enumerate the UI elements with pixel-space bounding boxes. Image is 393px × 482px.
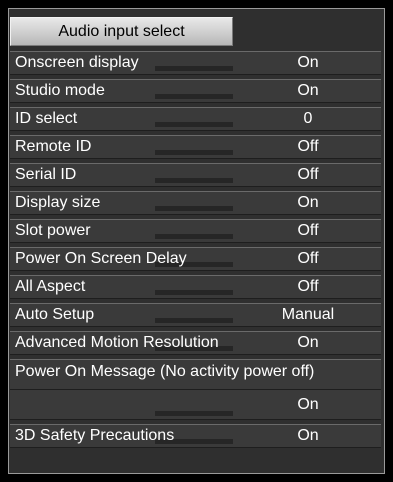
item-value[interactable]: Off — [235, 220, 381, 242]
menu-item-power-on-screen-delay[interactable]: Power On Screen Delay Off — [10, 247, 381, 271]
item-label: Studio mode — [15, 82, 105, 99]
item-value[interactable]: On — [235, 332, 381, 354]
item-value[interactable]: On — [235, 80, 381, 102]
item-label: Power On Message (No activity power off) — [15, 363, 315, 380]
menu-item-studio-mode[interactable]: Studio mode On — [10, 79, 381, 103]
item-value[interactable]: On — [235, 192, 381, 214]
menu-item-auto-setup[interactable]: Auto Setup Manual — [10, 303, 381, 327]
divider — [10, 389, 381, 390]
menu-item-all-aspect[interactable]: All Aspect Off — [10, 275, 381, 299]
menu-item-onscreen-display[interactable]: Onscreen display On — [10, 51, 381, 75]
item-value[interactable]: 0 — [235, 108, 381, 130]
menu-item-advanced-motion-resolution[interactable]: Advanced Motion Resolution On — [10, 331, 381, 355]
item-value[interactable]: On — [235, 394, 381, 416]
menu-item-power-on-message[interactable]: Power On Message (No activity power off)… — [10, 359, 381, 420]
menu-item-display-size[interactable]: Display size On — [10, 191, 381, 215]
label-bar — [10, 392, 235, 418]
item-value[interactable]: Manual — [235, 304, 381, 326]
item-value[interactable]: On — [235, 425, 381, 447]
menu-item-3d-safety-precautions[interactable]: 3D Safety Precautions On — [10, 424, 381, 448]
item-value[interactable]: Off — [235, 164, 381, 186]
item-value[interactable]: Off — [235, 248, 381, 270]
item-label: All Aspect — [15, 278, 86, 295]
item-value[interactable]: Off — [235, 136, 381, 158]
item-label: Slot power — [15, 222, 91, 239]
item-label: Display size — [15, 194, 101, 211]
item-label: ID select — [15, 110, 78, 127]
menu-item-slot-power[interactable]: Slot power Off — [10, 219, 381, 243]
item-label: Serial ID — [15, 166, 77, 183]
item-value[interactable]: Off — [235, 276, 381, 298]
menu-item-serial-id[interactable]: Serial ID Off — [10, 163, 381, 187]
item-label: Onscreen display — [15, 54, 139, 71]
item-value[interactable]: On — [235, 52, 381, 74]
item-label: Advanced Motion Resolution — [15, 334, 219, 351]
menu-title-tab[interactable]: Audio input select — [10, 17, 233, 46]
item-label: Power On Screen Delay — [15, 250, 187, 267]
item-label: 3D Safety Precautions — [15, 427, 175, 444]
menu-item-id-select[interactable]: ID select 0 — [10, 107, 381, 131]
item-label: Auto Setup — [15, 306, 95, 323]
item-label: Remote ID — [15, 138, 92, 155]
menu-item-remote-id[interactable]: Remote ID Off — [10, 135, 381, 159]
